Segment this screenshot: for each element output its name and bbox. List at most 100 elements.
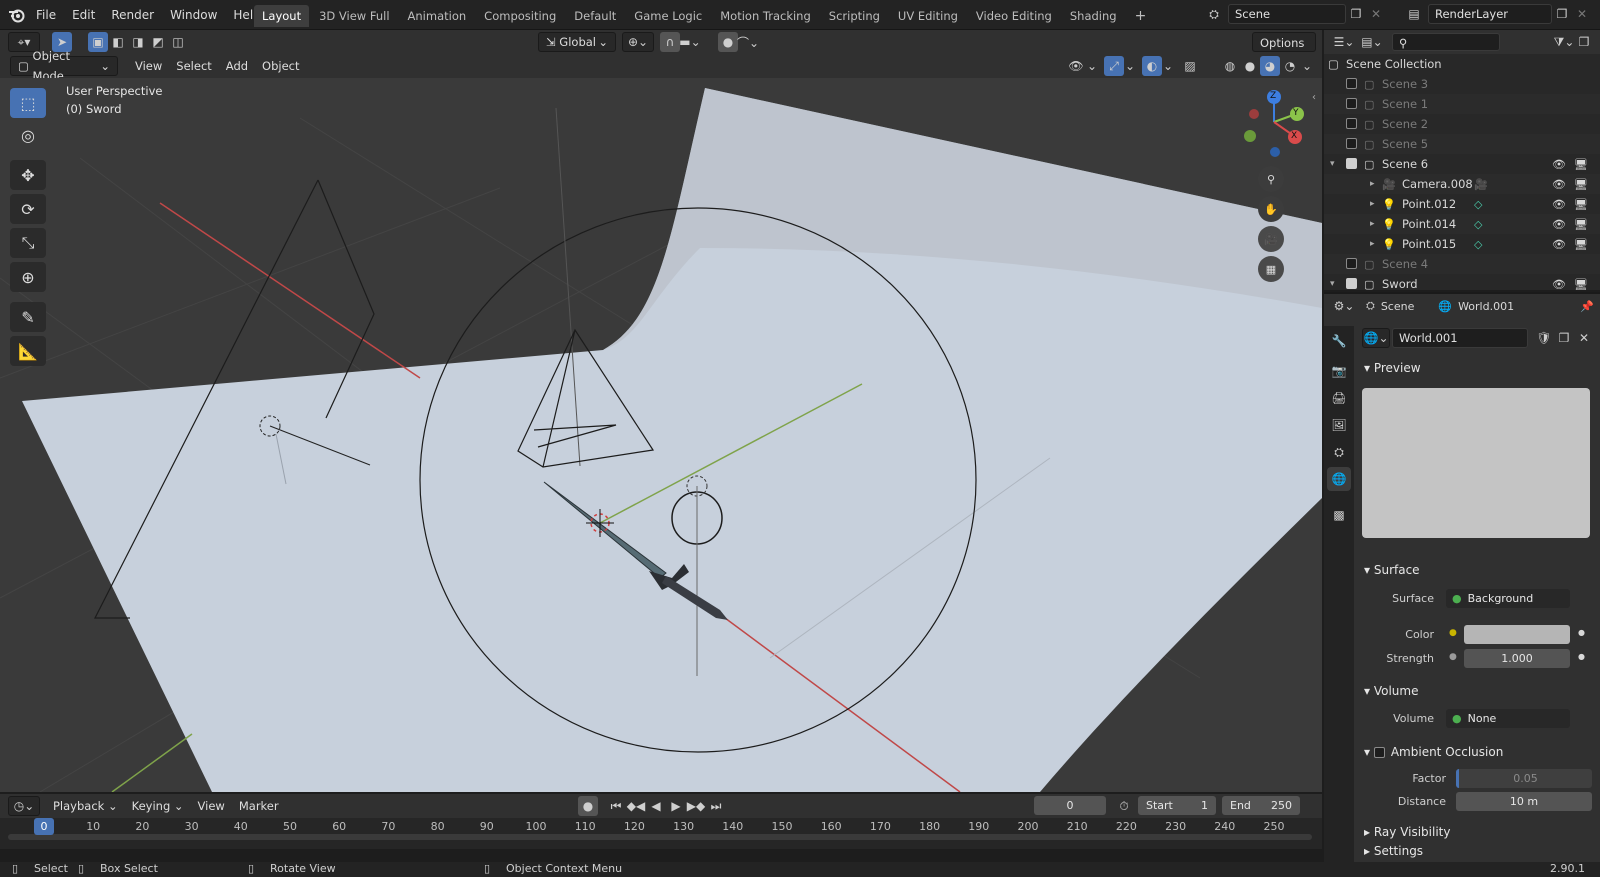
navigation-gizmo[interactable]: Z Y X <box>1238 88 1308 158</box>
preview-range-icon[interactable]: ⏱ <box>1114 796 1134 816</box>
outliner-row[interactable]: ▢ Scene 4 <box>1324 254 1600 274</box>
collapse-arrow-icon[interactable]: ▸ <box>1370 179 1375 189</box>
exclude-checkbox[interactable] <box>1346 278 1357 289</box>
light-data-icon[interactable]: ◇ <box>1474 238 1482 251</box>
overlays-toggle-icon[interactable]: ◐ <box>1142 56 1162 76</box>
cursor-tool[interactable]: ◎ <box>10 120 46 150</box>
pivot-point-icon[interactable]: ⊕⌄ <box>622 32 654 52</box>
move-tool[interactable]: ✥ <box>10 160 46 190</box>
duplicate-world-icon[interactable]: ❐ <box>1554 328 1574 348</box>
play-reverse-icon[interactable]: ◀ <box>646 796 666 816</box>
menu-render[interactable]: Render <box>103 0 162 30</box>
3d-viewport[interactable]: User Perspective (0) Sword ⬚ ◎ ✥ ⟳ ⤡ ⊕ ✎… <box>0 78 1322 792</box>
scene-collection-row[interactable]: ▢ Scene Collection <box>1324 54 1600 74</box>
timeline-ruler[interactable]: 0 10 20 30 40 50 60 70 80 90 100 110 120 130 140 150 160… <box>0 818 1322 836</box>
unlink-world-icon[interactable]: ✕ <box>1574 328 1594 348</box>
tab-animation[interactable]: Animation <box>400 5 475 27</box>
annotate-tool[interactable]: ✎ <box>10 302 46 332</box>
collapse-arrow-icon[interactable]: ▸ <box>1370 219 1375 229</box>
exclude-checkbox[interactable] <box>1346 258 1357 269</box>
outliner-search-input[interactable]: ⚲ <box>1392 33 1500 51</box>
menu-keying[interactable]: Keying ⌄ <box>125 796 191 816</box>
measure-tool[interactable]: 📐 <box>10 336 46 366</box>
menu-add[interactable]: Add <box>219 56 255 76</box>
texture-tab-icon[interactable]: ▩ <box>1327 503 1351 527</box>
preview-panel-header[interactable]: ▾ Preview <box>1356 356 1596 380</box>
settings-panel-header[interactable]: ▸ Settings <box>1356 842 1596 860</box>
transform-tool[interactable]: ⊕ <box>10 262 46 292</box>
outliner-row[interactable]: ▾ ▢ Sword 👁 🖥 <box>1324 274 1600 294</box>
tab-motion-tracking[interactable]: Motion Tracking <box>712 5 819 27</box>
filter-icon[interactable]: ⧩⌄ <box>1554 32 1575 52</box>
surface-shader-field[interactable]: ● Background <box>1446 589 1570 608</box>
prev-keyframe-icon[interactable]: ◆◀ <box>626 796 646 816</box>
playhead[interactable]: 0 <box>34 818 54 835</box>
ortho-toggle-icon[interactable]: ▦ <box>1258 256 1284 282</box>
proportional-edit-icon[interactable]: ● <box>718 32 738 52</box>
new-collection-icon[interactable]: ❐ <box>1574 32 1594 52</box>
chevron-down-icon[interactable]: ⌄ <box>1086 56 1098 76</box>
tab-default[interactable]: Default <box>566 5 624 27</box>
menu-select[interactable]: Select <box>169 56 218 76</box>
exclude-checkbox[interactable] <box>1346 138 1357 149</box>
rotate-tool[interactable]: ⟳ <box>10 194 46 224</box>
display-mode-icon[interactable]: ▤⌄ <box>1358 32 1386 52</box>
exclude-checkbox[interactable] <box>1346 158 1357 169</box>
camera-data-icon[interactable]: 🎥 <box>1474 178 1488 191</box>
light-data-icon[interactable]: ◇ <box>1474 218 1482 231</box>
visibility-eye-icon[interactable]: 👁 <box>1552 198 1566 211</box>
ao-checkbox[interactable] <box>1373 746 1385 758</box>
collapse-arrow-icon[interactable]: ▸ <box>1370 239 1375 249</box>
material-shading-icon[interactable]: ◕ <box>1260 56 1280 76</box>
view-layer-tab-icon[interactable]: 🖼 <box>1327 413 1351 437</box>
outliner-row[interactable]: ▢ Scene 3 <box>1324 74 1600 94</box>
snap-target-icon[interactable]: ▬⌄ <box>679 32 700 52</box>
distance-field[interactable]: 10 m <box>1456 792 1592 811</box>
color-swatch[interactable] <box>1464 625 1570 644</box>
menu-file[interactable]: File <box>28 0 64 30</box>
outliner-row[interactable]: ▸ 💡 Point.014 ◇ 👁 🖥 <box>1324 214 1600 234</box>
render-visibility-icon[interactable]: 🖥 <box>1574 198 1588 211</box>
world-tab-icon[interactable]: 🌐 <box>1327 467 1351 491</box>
chevron-down-icon[interactable]: ⌄ <box>1300 56 1314 76</box>
tab-3d-view-full[interactable]: 3D View Full <box>311 5 397 27</box>
tab-video-editing[interactable]: Video Editing <box>968 5 1060 27</box>
exclude-checkbox[interactable] <box>1346 78 1357 89</box>
pin-icon[interactable]: 📌 <box>1580 300 1594 313</box>
keyframe-dot-icon[interactable]: ● <box>1578 628 1585 637</box>
fake-user-icon[interactable]: 🛡 <box>1534 328 1554 348</box>
outliner-row[interactable]: ▸ 💡 Point.012 ◇ 👁 🖥 <box>1324 194 1600 214</box>
render-visibility-icon[interactable]: 🖥 <box>1574 178 1588 191</box>
options-dropdown[interactable]: Options ⌄ <box>1252 32 1316 70</box>
camera-view-icon[interactable]: 🎥 <box>1258 226 1284 252</box>
ray-visibility-panel-header[interactable]: ▸ Ray Visibility <box>1356 820 1596 844</box>
menu-window[interactable]: Window <box>162 0 225 30</box>
tool-tab-icon[interactable]: 🔧 <box>1327 329 1351 353</box>
select-subtract-icon[interactable]: ◨ <box>128 32 148 52</box>
tab-uv-editing[interactable]: UV Editing <box>890 5 966 27</box>
tab-layout[interactable]: Layout <box>254 5 310 27</box>
scene-delete-icon[interactable]: ✕ <box>1366 4 1386 24</box>
scene-name-field[interactable]: Scene <box>1228 4 1346 24</box>
world-name-field[interactable]: World.001 <box>1392 328 1528 348</box>
volume-shader-field[interactable]: ● None <box>1446 709 1570 728</box>
render-visibility-icon[interactable]: 🖥 <box>1574 158 1588 171</box>
render-tab-icon[interactable]: 📷 <box>1327 359 1351 383</box>
surface-panel-header[interactable]: ▾ Surface <box>1356 558 1596 582</box>
solid-shading-icon[interactable]: ● <box>1240 56 1260 76</box>
xray-toggle-icon[interactable]: ▨ <box>1180 56 1200 76</box>
select-extend-icon[interactable]: ◧ <box>108 32 128 52</box>
visibility-eye-icon[interactable]: 👁 <box>1552 158 1566 171</box>
render-visibility-icon[interactable]: 🖥 <box>1574 218 1588 231</box>
strength-field[interactable]: 1.000 <box>1464 649 1570 668</box>
gizmo-toggle-icon[interactable]: ⤢ <box>1104 56 1124 76</box>
chevron-down-icon[interactable]: ⌄ <box>1124 56 1136 76</box>
tab-shading[interactable]: Shading <box>1062 5 1125 27</box>
world-browse-icon[interactable]: 🌐⌄ <box>1362 328 1390 348</box>
outliner-row[interactable]: ▢ Scene 1 <box>1324 94 1600 114</box>
render-layer-new-icon[interactable]: ❐ <box>1552 4 1572 24</box>
add-workspace-button[interactable]: + <box>1127 5 1155 27</box>
keyframe-dot-icon[interactable]: ● <box>1578 652 1585 661</box>
scene-browse-icon[interactable]: ⛭ <box>1204 4 1224 24</box>
light-data-icon[interactable]: ◇ <box>1474 198 1482 211</box>
